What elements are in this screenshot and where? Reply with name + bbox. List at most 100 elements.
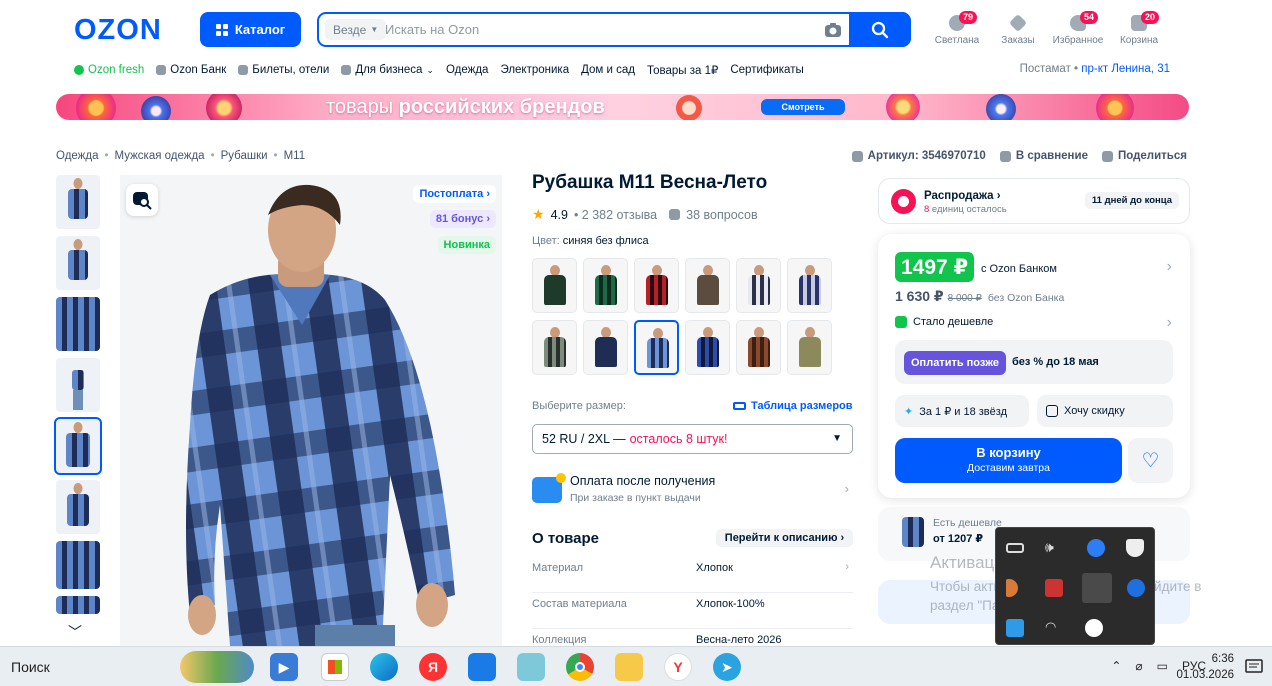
thumbnail[interactable]: [56, 297, 100, 351]
store-icon[interactable]: [321, 653, 349, 681]
pay-later-block[interactable]: Оплатить позже без % до 18 мая: [895, 340, 1173, 384]
color-swatch[interactable]: [583, 320, 628, 375]
color-swatch-selected[interactable]: [634, 320, 679, 375]
compare-link[interactable]: В сравнение: [999, 150, 1088, 162]
banner-watch-button[interactable]: Смотреть: [761, 99, 845, 115]
wifi-icon[interactable]: ◠: [1045, 619, 1063, 637]
thumbnail[interactable]: [56, 541, 100, 589]
header-profile[interactable]: 79 Светлана: [927, 11, 987, 46]
color-swatch[interactable]: [736, 320, 781, 375]
header-favorites[interactable]: 54 Избранное: [1048, 11, 1108, 46]
add-to-cart-button[interactable]: В корзину Доставим завтра: [895, 438, 1122, 483]
nav-business[interactable]: Для бизнеса ⌄: [341, 64, 434, 76]
price-drop-link[interactable]: Стало дешевле: [895, 316, 993, 328]
chevron-right-icon[interactable]: ›: [845, 561, 849, 573]
chevron-right-icon[interactable]: ›: [1167, 258, 1172, 276]
color-swatch[interactable]: [685, 258, 730, 313]
postpay-tag[interactable]: Постоплата ›: [413, 185, 496, 203]
notifications-icon[interactable]: [1244, 657, 1264, 677]
speaker-icon[interactable]: [1006, 579, 1018, 597]
header-orders[interactable]: Заказы: [988, 12, 1048, 46]
lens-search-button[interactable]: [126, 184, 158, 216]
questions-count[interactable]: 38 вопросов: [686, 208, 757, 222]
crumb-mens[interactable]: Мужская одежда: [115, 150, 205, 162]
nav-ozon-fresh[interactable]: Ozon fresh: [74, 64, 144, 76]
color-swatch[interactable]: [787, 258, 832, 313]
chrome-icon[interactable]: [566, 653, 594, 681]
nav-certificates[interactable]: Сертификаты: [730, 64, 803, 76]
device-icon[interactable]: ▭: [1157, 659, 1168, 673]
bluetooth-icon[interactable]: [1127, 579, 1145, 597]
nav-clothes[interactable]: Одежда: [446, 64, 488, 76]
header-cart[interactable]: 20 Корзина: [1109, 11, 1169, 46]
taskbar-search[interactable]: Поиск: [0, 647, 256, 686]
color-swatch[interactable]: [532, 320, 577, 375]
clock[interactable]: 6:36 01.03.2026: [1176, 651, 1234, 683]
want-discount-chip[interactable]: Хочу скидку: [1037, 395, 1173, 427]
network-off-icon[interactable]: ⌀: [1135, 659, 1142, 673]
thumbnail[interactable]: [56, 358, 100, 412]
delivery-address[interactable]: Постамат • пр-кт Ленина, 31: [1020, 63, 1170, 75]
crumb-brand[interactable]: M11: [284, 150, 306, 162]
nav-tickets[interactable]: Билеты, отели: [238, 64, 329, 76]
promo-banner[interactable]: товары российских брендов Смотреть: [56, 94, 1189, 120]
chevron-right-icon[interactable]: ›: [1167, 314, 1172, 332]
search-button[interactable]: [849, 12, 911, 47]
media-player-icon[interactable]: ▶: [270, 653, 298, 681]
thumbnail-selected[interactable]: [54, 417, 102, 475]
yandex-icon[interactable]: Я: [419, 653, 447, 681]
camera-icon[interactable]: [823, 20, 843, 40]
crumb-shirts[interactable]: Рубашки: [221, 150, 268, 162]
search-scope-dropdown[interactable]: Везде ▼: [325, 19, 387, 40]
reviews-count[interactable]: • 2 382 отзыва: [574, 208, 657, 222]
star-icon: ★: [532, 206, 545, 222]
color-swatch[interactable]: [736, 258, 781, 313]
ozon-logo[interactable]: OZON: [74, 14, 162, 47]
nav-electronics[interactable]: Электроника: [500, 64, 569, 76]
battery-icon[interactable]: [1006, 543, 1024, 553]
yandex-browser-icon[interactable]: Y: [664, 653, 692, 681]
mail-icon[interactable]: [468, 653, 496, 681]
stars-chip[interactable]: ✦ За 1 ₽ и 18 звёзд: [895, 395, 1029, 427]
size-table-link[interactable]: Таблица размеров: [733, 400, 853, 412]
yandex-tray-icon[interactable]: [1085, 619, 1103, 637]
color-swatch[interactable]: [583, 258, 628, 313]
pay-later-button[interactable]: Оплатить позже: [904, 351, 1006, 375]
article-number[interactable]: Артикул: 3546970710: [851, 150, 986, 162]
crumb-clothes[interactable]: Одежда: [56, 150, 98, 162]
product-main-image[interactable]: Постоплата › 81 бонус › Новинка: [120, 175, 502, 646]
volume-icon[interactable]: 🕪: [1045, 539, 1063, 557]
rating-row[interactable]: ★ 4.9 • 2 382 отзыва 38 вопросов: [532, 206, 758, 223]
size-select[interactable]: 52 RU / 2XL — осталось 8 штук! ▼: [532, 424, 853, 454]
goto-description-button[interactable]: Перейти к описанию ›: [716, 529, 853, 547]
bonus-tag[interactable]: 81 бонус ›: [429, 210, 496, 228]
catalog-button[interactable]: Каталог: [200, 12, 301, 47]
pen-icon[interactable]: [1082, 573, 1112, 603]
postpay-info[interactable]: Оплата после получения При заказе в пунк…: [532, 473, 853, 509]
chevron-up-icon[interactable]: ⌃: [1111, 659, 1121, 673]
thumbnail[interactable]: [56, 236, 100, 290]
search-input[interactable]: [385, 17, 815, 41]
security-icon[interactable]: [1126, 539, 1144, 557]
folder-icon[interactable]: [615, 653, 643, 681]
telegram-icon[interactable]: ➤: [713, 653, 741, 681]
color-swatch[interactable]: [787, 320, 832, 375]
nav-ozon-bank[interactable]: Ozon Банк: [156, 64, 226, 76]
thumbnail[interactable]: [56, 596, 100, 614]
notes-icon[interactable]: [517, 653, 545, 681]
favorite-button[interactable]: ♡: [1128, 438, 1173, 483]
thumbnail[interactable]: [56, 175, 100, 229]
sale-box[interactable]: Распродажа › 8 единиц осталось 11 дней д…: [878, 178, 1190, 224]
thumbnail[interactable]: [56, 480, 100, 534]
display-icon[interactable]: [1006, 619, 1024, 637]
nav-home-garden[interactable]: Дом и сад: [581, 64, 635, 76]
color-swatch[interactable]: [634, 258, 679, 313]
chevron-down-icon[interactable]: ﹀: [68, 622, 82, 642]
browser-tray-icon[interactable]: [1087, 539, 1105, 557]
color-swatch[interactable]: [532, 258, 577, 313]
network-error-icon[interactable]: [1045, 579, 1063, 597]
color-swatch[interactable]: [685, 320, 730, 375]
nav-one-ruble[interactable]: Товары за 1₽: [647, 63, 718, 77]
share-link[interactable]: Поделиться: [1101, 150, 1187, 162]
edge-icon[interactable]: [370, 653, 398, 681]
